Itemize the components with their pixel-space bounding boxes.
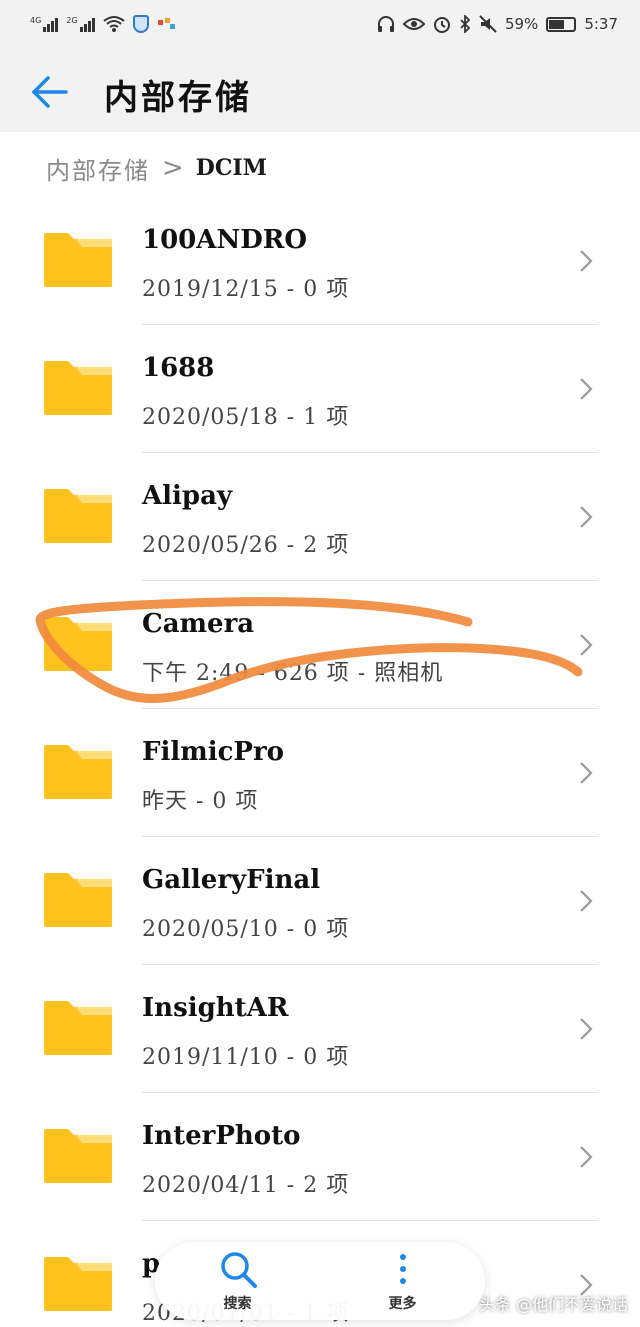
breadcrumb-root[interactable]: 内部存储 (46, 151, 150, 186)
folder-icon (44, 1129, 112, 1183)
status-bar-left: 4G 2G (30, 15, 177, 33)
folder-row[interactable]: GalleryFinal 2020/05/10 - 0 项 (0, 837, 640, 965)
folder-meta: 下午 2:49 - 626 项 - 照相机 (142, 661, 444, 686)
app-header: 内部存储 (0, 48, 640, 132)
folder-icon (44, 617, 112, 671)
more-vertical-icon (399, 1254, 406, 1284)
chevron-right-icon (580, 506, 593, 528)
status-bar: 4G 2G 59% 5:37 (0, 0, 640, 48)
eye-comfort-icon (402, 18, 425, 30)
signal-icon: 4G (30, 16, 59, 32)
folder-icon (44, 361, 112, 415)
app-notification-icon (157, 18, 175, 29)
more-button[interactable]: 更多 (383, 1249, 423, 1313)
folder-icon (44, 873, 112, 927)
folder-meta: 2019/12/15 - 0 项 (142, 277, 350, 302)
chevron-right-icon (580, 634, 593, 656)
chevron-right-icon (580, 762, 593, 784)
battery-percent: 59% (504, 15, 539, 33)
folder-row[interactable]: 1688 2020/05/18 - 1 项 (0, 325, 640, 453)
folder-name: Alipay (142, 481, 233, 511)
folder-list: 100ANDRO 2019/12/15 - 0 项 1688 2020/05/1… (0, 197, 640, 1327)
watermark: 头条 @他们不爱说话 (478, 1295, 628, 1314)
folder-meta: 2020/05/18 - 1 项 (142, 405, 350, 430)
folder-row[interactable]: 100ANDRO 2019/12/15 - 0 项 (0, 197, 640, 325)
headphones-icon (377, 16, 394, 32)
folder-icon (44, 745, 112, 799)
folder-row[interactable]: FilmicPro 昨天 - 0 项 (0, 709, 640, 837)
alarm-icon (433, 17, 450, 33)
page-title: 内部存储 (104, 78, 252, 118)
chevron-right-icon (580, 250, 593, 272)
security-shield-icon (132, 15, 149, 33)
folder-icon (44, 1001, 112, 1055)
folder-icon (44, 489, 112, 543)
folder-name: InterPhoto (142, 1121, 301, 1151)
more-label: 更多 (388, 1296, 417, 1312)
breadcrumb-separator: > (162, 153, 184, 183)
search-button[interactable]: 搜索 (218, 1249, 258, 1313)
folder-meta: 2019/11/10 - 0 项 (142, 1045, 350, 1070)
search-icon (220, 1252, 257, 1288)
sim2-network-type: 2G (66, 16, 78, 25)
breadcrumb: 内部存储 > DCIM (46, 150, 267, 186)
bluetooth-icon (460, 15, 471, 33)
battery-icon (546, 16, 577, 32)
folder-row[interactable]: Camera 下午 2:49 - 626 项 - 照相机 (0, 581, 640, 709)
chevron-right-icon (580, 1018, 593, 1040)
folder-name: Camera (142, 609, 255, 639)
folder-meta: 2020/05/10 - 0 项 (142, 917, 350, 942)
back-arrow-icon[interactable] (30, 72, 70, 112)
bottom-action-bar: 搜索 更多 (155, 1242, 485, 1320)
folder-icon (44, 1257, 112, 1311)
clock-time: 5:37 (584, 15, 618, 33)
chevron-right-icon (580, 378, 593, 400)
folder-row[interactable]: InterPhoto 2020/04/11 - 2 项 (0, 1093, 640, 1221)
folder-name: FilmicPro (142, 737, 285, 767)
folder-name: 1688 (142, 353, 215, 383)
folder-row[interactable]: InsightAR 2019/11/10 - 0 项 (0, 965, 640, 1093)
mute-icon (479, 15, 497, 33)
wifi-icon (102, 16, 125, 32)
sim1-network-type: 4G (30, 16, 42, 25)
search-label: 搜索 (223, 1296, 252, 1312)
chevron-right-icon (580, 890, 593, 912)
folder-name: InsightAR (142, 993, 289, 1023)
folder-meta: 2020/05/26 - 2 项 (142, 533, 350, 558)
folder-meta: 2020/04/11 - 2 项 (142, 1173, 350, 1198)
breadcrumb-current: DCIM (195, 155, 268, 181)
folder-name: 100ANDRO (142, 225, 308, 255)
folder-icon (44, 233, 112, 287)
status-bar-right: 59% 5:37 (377, 15, 618, 33)
folder-name: GalleryFinal (142, 865, 321, 895)
folder-row[interactable]: Alipay 2020/05/26 - 2 项 (0, 453, 640, 581)
chevron-right-icon (580, 1146, 593, 1168)
folder-meta: 昨天 - 0 项 (142, 789, 259, 814)
signal-icon: 2G (66, 16, 95, 32)
